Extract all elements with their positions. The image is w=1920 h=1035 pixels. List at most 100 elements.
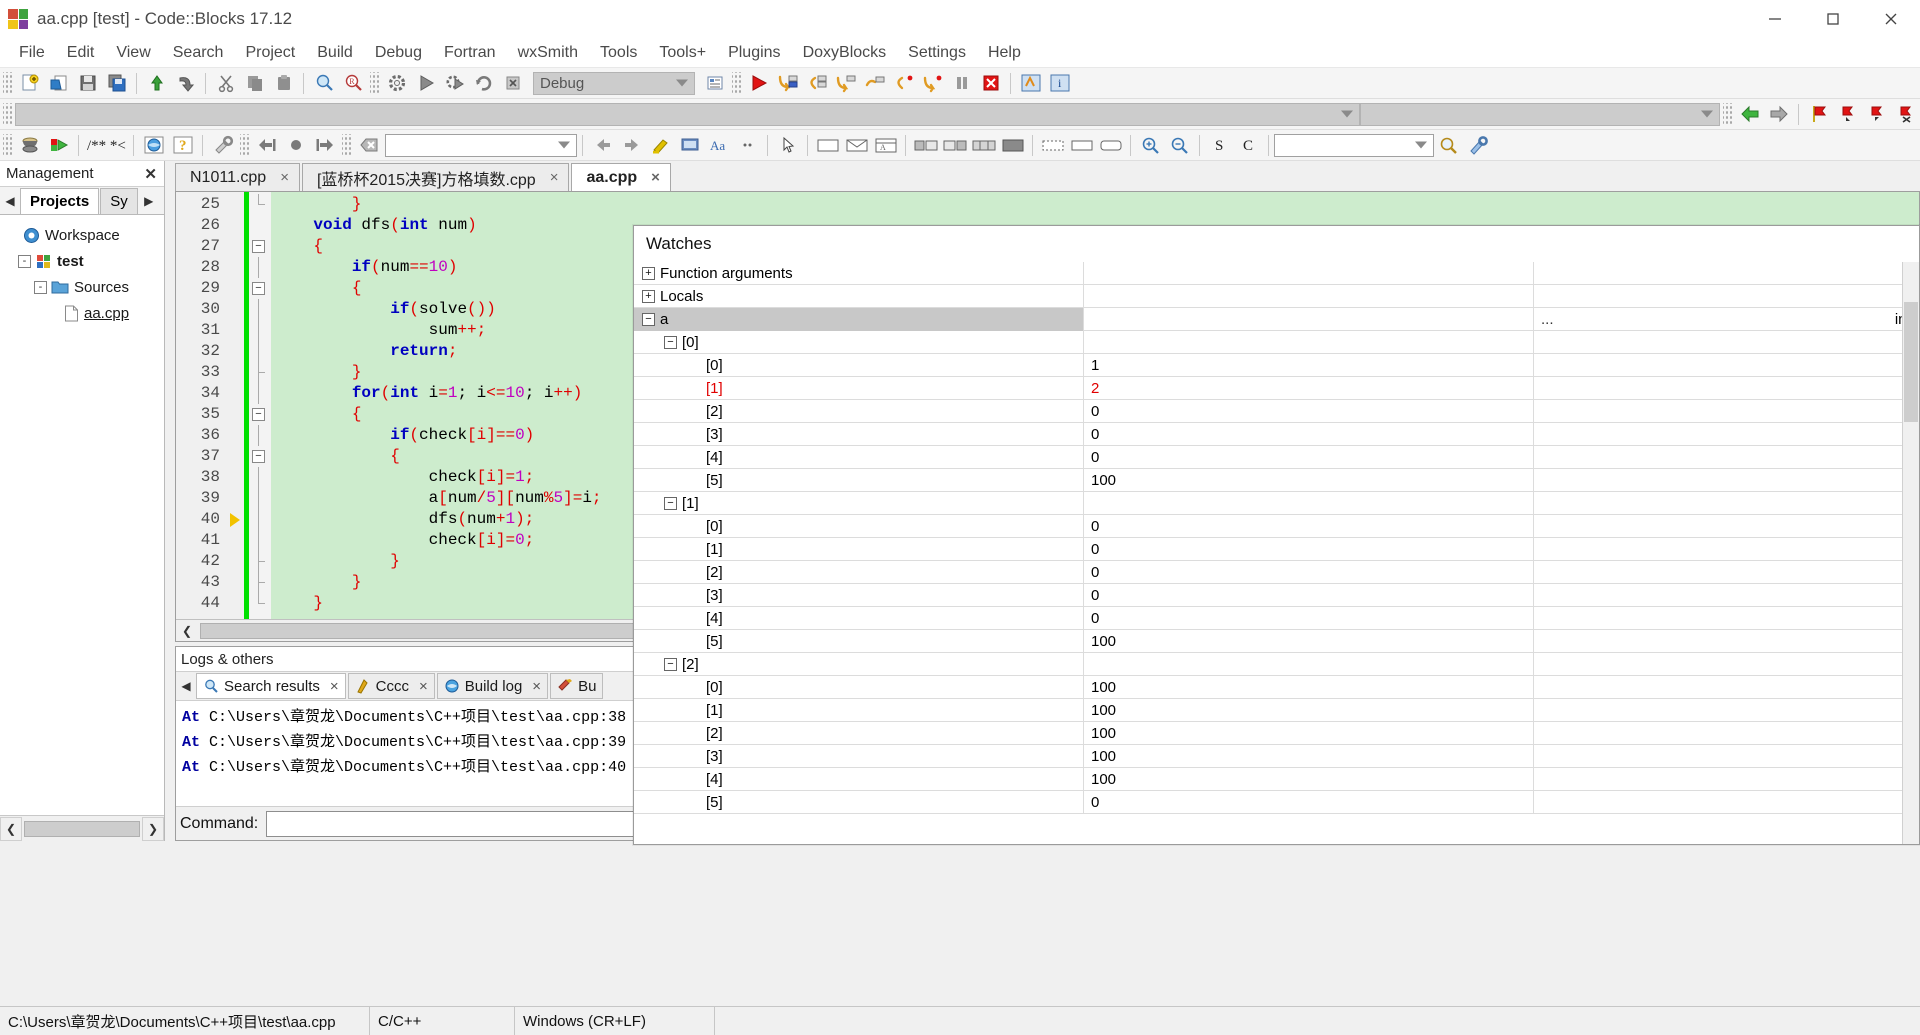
goto-prev-icon[interactable] <box>253 132 280 158</box>
fold-marker[interactable] <box>249 509 271 530</box>
toolbar-grip[interactable] <box>3 134 12 156</box>
grid-sizer-icon[interactable] <box>970 132 997 158</box>
collapse-icon[interactable]: - <box>34 280 47 294</box>
undo-icon[interactable] <box>143 70 170 96</box>
line-marker[interactable] <box>228 299 244 320</box>
line-marker[interactable] <box>228 404 244 425</box>
select-target-icon[interactable] <box>701 70 728 96</box>
doxyblocks-run-icon[interactable] <box>45 132 72 158</box>
collapse-icon[interactable]: − <box>664 657 677 671</box>
chevron-left-icon[interactable]: ◀ <box>176 673 196 699</box>
watch-type-cell[interactable] <box>1534 653 1919 676</box>
watch-row[interactable]: [3] 0 <box>634 583 1919 607</box>
line-marker[interactable] <box>228 488 244 509</box>
watch-value-cell[interactable]: 100 <box>1084 629 1534 653</box>
close-icon[interactable] <box>1862 0 1920 38</box>
watch-type-cell[interactable] <box>1534 699 1919 722</box>
logs-tab-search-results[interactable]: Search results × <box>196 673 346 699</box>
editor-tab-n1011[interactable]: N1011.cpp × <box>175 163 300 191</box>
menu-tools-plus[interactable]: Tools+ <box>648 41 717 65</box>
fold-marker[interactable] <box>249 257 271 278</box>
toolbar-grip[interactable] <box>370 72 379 94</box>
menu-file[interactable]: File <box>8 41 56 65</box>
box-sizer-v-icon[interactable] <box>941 132 968 158</box>
close-icon[interactable]: × <box>280 169 289 186</box>
expand-icon[interactable]: + <box>642 266 655 280</box>
toolbar-grip[interactable] <box>1723 103 1732 125</box>
watch-type-cell[interactable] <box>1534 262 1919 285</box>
watch-value-cell[interactable] <box>1084 330 1534 354</box>
close-icon[interactable]: × <box>419 678 428 695</box>
logs-tab-cccc[interactable]: Cccc × <box>347 673 435 699</box>
spacer-icon[interactable] <box>1039 132 1066 158</box>
doxyblocks-config-icon[interactable] <box>209 132 236 158</box>
watch-type-cell[interactable] <box>1534 768 1919 791</box>
watch-row[interactable]: [5] 0 <box>634 790 1919 814</box>
watch-name-cell[interactable]: − [0] <box>634 330 1084 354</box>
watch-row[interactable]: [2] 100 <box>634 721 1919 745</box>
next-line-icon[interactable] <box>774 70 801 96</box>
watch-row[interactable]: [3] 100 <box>634 744 1919 768</box>
watch-type-cell[interactable] <box>1534 630 1919 653</box>
menu-view[interactable]: View <box>105 41 161 65</box>
watch-name-cell[interactable]: [5] <box>634 629 1084 653</box>
new-file-icon[interactable] <box>16 70 43 96</box>
save-all-icon[interactable] <box>103 70 130 96</box>
line-marker[interactable] <box>228 509 244 530</box>
build-and-run-icon[interactable] <box>441 70 468 96</box>
clear-bookmarks-icon[interactable] <box>1892 101 1919 127</box>
watch-name-cell[interactable]: [0] <box>634 353 1084 377</box>
marker-gutter[interactable] <box>228 192 244 619</box>
step-into-instruction-icon[interactable] <box>890 70 917 96</box>
watches-vscrollbar[interactable] <box>1902 262 1919 844</box>
watch-name-cell[interactable]: [3] <box>634 422 1084 446</box>
next-instruction-icon[interactable] <box>861 70 888 96</box>
panel-icon[interactable] <box>814 132 841 158</box>
watch-name-cell[interactable]: [3] <box>634 583 1084 607</box>
zoom-in-icon[interactable] <box>1137 132 1164 158</box>
code-line[interactable]: } <box>271 194 1919 215</box>
scroll-thumb[interactable] <box>24 820 140 837</box>
menu-doxyblocks[interactable]: DoxyBlocks <box>792 41 898 65</box>
menu-help[interactable]: Help <box>977 41 1032 65</box>
goto-decl-icon[interactable] <box>282 132 309 158</box>
watch-type-cell[interactable] <box>1534 331 1919 354</box>
watch-name-cell[interactable]: [2] <box>634 721 1084 745</box>
menu-tools[interactable]: Tools <box>589 41 648 65</box>
toolbar-grip[interactable] <box>342 134 351 156</box>
watch-name-cell[interactable]: [5] <box>634 468 1084 492</box>
find-symbol-icon[interactable] <box>1435 132 1462 158</box>
watch-value-cell[interactable]: 0 <box>1084 445 1534 469</box>
search-input[interactable] <box>385 133 577 157</box>
watches-window[interactable]: Watches +Function arguments+Locals−a...i… <box>633 225 1920 845</box>
fold-marker[interactable]: − <box>249 236 271 257</box>
fold-marker[interactable] <box>249 530 271 551</box>
watch-value-cell[interactable] <box>1084 307 1534 331</box>
prev-widget-icon[interactable] <box>589 132 616 158</box>
maximize-icon[interactable] <box>1804 0 1862 38</box>
watch-row[interactable]: [0] 100 <box>634 675 1919 699</box>
menu-settings[interactable]: Settings <box>897 41 977 65</box>
various-info-icon[interactable]: i <box>1046 70 1073 96</box>
watch-row[interactable]: [0] 1 <box>634 353 1919 377</box>
watch-row[interactable]: [1] 2 <box>634 376 1919 400</box>
logs-tab-build-log[interactable]: Build log × <box>436 673 549 699</box>
fold-collapse-icon[interactable]: − <box>252 408 265 421</box>
scroll-left-icon[interactable]: ❮ <box>176 619 198 643</box>
nav-forward-icon[interactable] <box>1765 101 1792 127</box>
highlight-icon[interactable] <box>647 132 674 158</box>
watch-value-cell[interactable]: 0 <box>1084 422 1534 446</box>
zoom-out-icon[interactable] <box>1166 132 1193 158</box>
management-hscrollbar[interactable]: ❮ ❯ <box>0 815 164 841</box>
menu-fortran[interactable]: Fortran <box>433 41 507 65</box>
help-icon[interactable]: ? <box>169 132 196 158</box>
watch-type-cell[interactable]: ...int [ <box>1534 308 1919 331</box>
toolbar-grip[interactable] <box>732 72 741 94</box>
watch-value-cell[interactable]: 100 <box>1084 744 1534 768</box>
watch-name-cell[interactable]: [2] <box>634 560 1084 584</box>
tree-item-aacpp[interactable]: aa.cpp <box>4 300 164 326</box>
editor-tab-fanggetianshu[interactable]: [蓝桥杯2015决赛]方格填数.cpp × <box>301 163 570 191</box>
watch-name-cell[interactable]: [4] <box>634 445 1084 469</box>
watch-type-cell[interactable] <box>1534 423 1919 446</box>
close-icon[interactable]: × <box>651 169 660 186</box>
